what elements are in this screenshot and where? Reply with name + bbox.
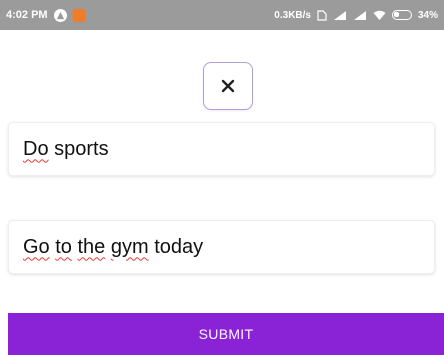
status-time: 4:02 PM [6, 9, 48, 21]
misspelled-word: Go [23, 235, 50, 258]
text-segment: today [148, 235, 204, 258]
submit-button[interactable]: SUBMIT [8, 313, 444, 355]
close-button[interactable] [203, 62, 253, 110]
signal-icon [333, 10, 346, 20]
sim-icon [317, 9, 327, 21]
misspelled-word: gym [110, 235, 149, 258]
misspelled-word: to [55, 235, 72, 258]
misspelled-word: Do [23, 137, 49, 160]
text-segment: sports [48, 137, 109, 160]
misspelled-word: the [77, 235, 106, 258]
network-speed: 0.3KB/s [274, 9, 311, 21]
task-input-2[interactable]: Go to the gym today [8, 220, 435, 274]
wifi-icon [373, 10, 386, 20]
status-right: 0.3KB/s 34% [274, 10, 438, 21]
field-value: Go to the gym today [23, 236, 203, 259]
close-icon [221, 79, 235, 93]
battery-icon [391, 10, 412, 20]
signal-icon [353, 10, 366, 20]
battery-percent: 34% [417, 9, 438, 21]
status-bar: 4:02 PM 0.3KB/s 34% [0, 0, 444, 30]
status-left: 4:02 PM [6, 8, 86, 22]
field-value: Do sports [23, 138, 109, 161]
app-icon [72, 8, 86, 22]
notification-icon [53, 8, 67, 22]
task-input-1[interactable]: Do sports [8, 122, 435, 176]
